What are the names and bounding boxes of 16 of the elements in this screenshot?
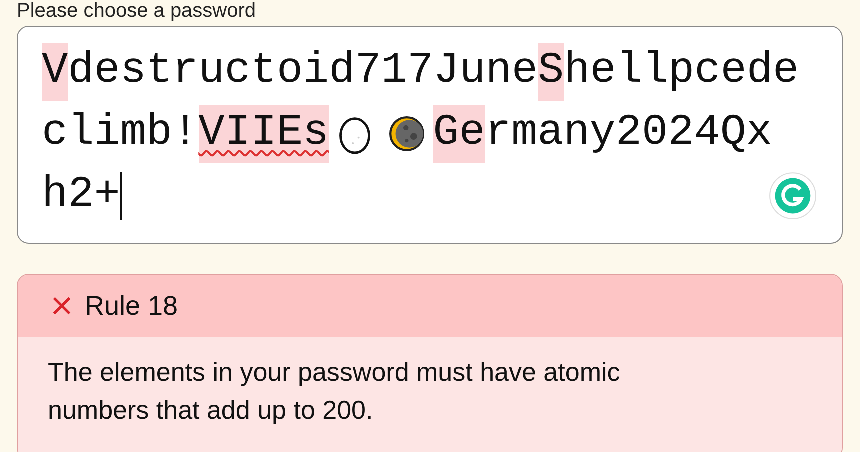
password-text: V bbox=[42, 43, 68, 101]
cross-icon bbox=[51, 295, 73, 317]
password-field[interactable]: Vdestructoid717JuneShellpcede climb!VIIEs Germany2024Qx h2+ bbox=[17, 26, 843, 244]
prompt-text: Please choose a password bbox=[17, 0, 258, 22]
rule-title: Rule 18 bbox=[85, 290, 178, 322]
password-text: h2+ bbox=[42, 170, 120, 222]
password-text: hellpcede bbox=[564, 46, 800, 98]
password-text: S bbox=[538, 43, 564, 101]
rule-description: The elements in your password must have atomic numbers that add up to 200. bbox=[48, 356, 622, 427]
password-text: VIIEs bbox=[198, 105, 330, 163]
password-text: Ge bbox=[433, 105, 486, 163]
password-text: rmany2024Qx bbox=[485, 108, 773, 160]
text-caret bbox=[120, 172, 122, 220]
password-text: destructoid717June bbox=[68, 46, 538, 98]
grammar-assistant-icon[interactable] bbox=[768, 171, 818, 221]
password-text: climb! bbox=[42, 108, 199, 160]
